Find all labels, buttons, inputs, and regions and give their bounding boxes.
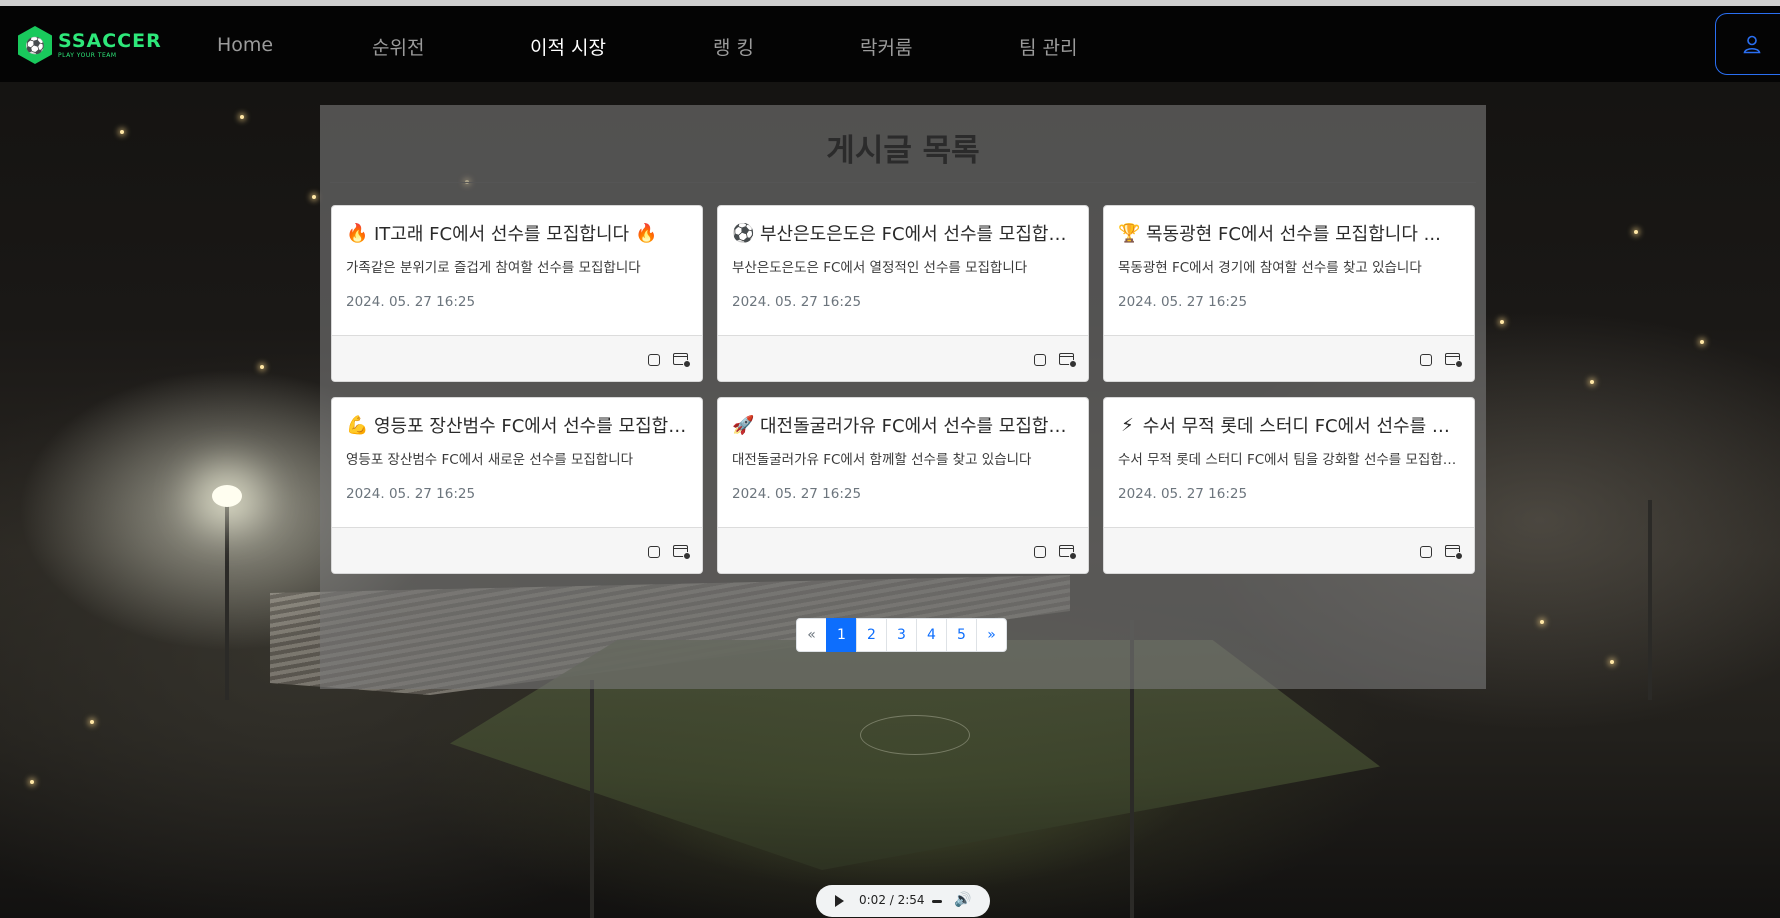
card-detail-icon[interactable]: [673, 353, 691, 368]
brand-tagline: PLAY YOUR TEAM: [58, 51, 117, 59]
post-board: 게시글 목록 🔥 IT고래 FC에서 선수를 모집합니다 🔥 가족같은 분위기로 즐…: [320, 105, 1486, 689]
user-icon: [1743, 35, 1761, 54]
post-card[interactable]: ⚽ 부산은도은도은 FC에서 선수를 모집합니다 부산은도은도은 FC에서 열정적…: [717, 205, 1089, 382]
volume-icon[interactable]: 🔊: [954, 892, 971, 908]
nav-team-management[interactable]: 팀 관리: [1019, 33, 1077, 60]
nav-locker-room[interactable]: 락커룸: [860, 33, 912, 60]
nav-transfer-market[interactable]: 이적 시장: [530, 33, 606, 60]
page-button-1[interactable]: 1: [826, 618, 857, 652]
post-title: ⚽ 부산은도은도은 FC에서 선수를 모집합니다: [732, 222, 1074, 246]
fire-icon: 🔥: [635, 222, 658, 244]
page-button-4[interactable]: 4: [916, 618, 947, 652]
nav-ranking[interactable]: 랭 킹: [713, 33, 754, 60]
post-date: 2024. 05. 27 16:25: [1118, 486, 1248, 502]
brand-logo[interactable]: ⚽ SSACCER PLAY YOUR TEAM: [18, 26, 162, 64]
post-date: 2024. 05. 27 16:25: [346, 486, 476, 502]
flexed-bicep-icon: 💪: [346, 414, 369, 436]
post-date: 2024. 05. 27 16:25: [732, 294, 862, 310]
rocket-icon: 🚀: [732, 414, 755, 436]
post-title: 🔥 IT고래 FC에서 선수를 모집합니다 🔥: [346, 222, 658, 246]
pagination: « 1 2 3 4 5 »: [796, 618, 1007, 652]
checkbox-icon[interactable]: [1034, 354, 1046, 366]
post-summary: 가족같은 분위기로 즐겁게 참여할 선수를 모집합니다: [346, 260, 641, 276]
center-circle: [860, 715, 970, 755]
user-button[interactable]: [1715, 13, 1780, 75]
floodlight: [212, 485, 242, 507]
post-summary: 영등포 장산범수 FC에서 새로운 선수를 모집합니다: [346, 452, 634, 468]
nav-ranked-match[interactable]: 순위전: [372, 33, 424, 60]
city-light: [1634, 230, 1638, 234]
card-footer: [332, 527, 702, 573]
card-detail-icon[interactable]: [1445, 353, 1463, 368]
nav-home[interactable]: Home: [217, 34, 273, 56]
checkbox-icon[interactable]: [1420, 546, 1432, 558]
card-footer: [718, 527, 1088, 573]
checkbox-icon[interactable]: [648, 546, 660, 558]
card-detail-icon[interactable]: [1059, 353, 1077, 368]
checkbox-icon[interactable]: [1420, 354, 1432, 366]
page-button-5[interactable]: 5: [946, 618, 977, 652]
post-date: 2024. 05. 27 16:25: [1118, 294, 1248, 310]
card-detail-icon[interactable]: [673, 545, 691, 560]
fire-icon: 🔥: [346, 222, 369, 244]
post-summary: 부산은도은도은 FC에서 열정적인 선수를 모집합니다: [732, 260, 1028, 276]
city-light: [1540, 620, 1544, 624]
city-light: [1500, 320, 1504, 324]
post-card[interactable]: 🚀 대전돌굴러가유 FC에서 선수를 모집합니다 대전돌굴러가유 FC에서 함께할…: [717, 397, 1089, 574]
audio-progress[interactable]: [932, 900, 942, 903]
trophy-icon: 🏆: [1118, 222, 1141, 244]
city-light: [120, 130, 124, 134]
card-footer: [1104, 335, 1474, 381]
post-title: 🚀 대전돌굴러가유 FC에서 선수를 모집합니다: [732, 414, 1074, 438]
post-card[interactable]: ⚡수서 무적 롯데 스터디 FC에서 선수를 모집합니다 수서 무적 롯데 스터…: [1103, 397, 1475, 574]
post-summary: 대전돌굴러가유 FC에서 함께할 선수를 찾고 있습니다: [732, 452, 1032, 468]
top-navbar: ⚽ SSACCER PLAY YOUR TEAM Home 순위전 이적 시장 …: [0, 6, 1780, 82]
floodlight-pole: [1648, 500, 1652, 700]
soccer-ball-icon: ⚽: [732, 222, 755, 244]
post-title: ⚡수서 무적 롯데 스터디 FC에서 선수를 모집합니다: [1118, 412, 1460, 438]
page-button-3[interactable]: 3: [886, 618, 917, 652]
checkbox-icon[interactable]: [648, 354, 660, 366]
audio-time: 0:02 / 2:54: [859, 893, 925, 907]
card-footer: [718, 335, 1088, 381]
title-divider: [330, 182, 1476, 183]
post-title: 💪 영등포 장산범수 FC에서 선수를 모집합니다: [346, 414, 688, 438]
city-light: [1590, 380, 1594, 384]
brand-name: SSACCER: [58, 29, 162, 52]
page-prev-button[interactable]: «: [796, 618, 827, 652]
floodlight-pole: [590, 680, 594, 918]
post-card[interactable]: 🔥 IT고래 FC에서 선수를 모집합니다 🔥 가족같은 분위기로 즐겁게 참여할 …: [331, 205, 703, 382]
post-card[interactable]: 🏆 목동광현 FC에서 선수를 모집합니다 ... 목동광현 FC에서 경기에 참…: [1103, 205, 1475, 382]
post-title: 🏆 목동광현 FC에서 선수를 모집합니다 ...: [1118, 222, 1441, 246]
city-light: [240, 115, 244, 119]
city-light: [260, 365, 264, 369]
card-footer: [332, 335, 702, 381]
city-light: [30, 780, 34, 784]
board-title: 게시글 목록: [826, 133, 980, 169]
page-next-button[interactable]: »: [976, 618, 1007, 652]
card-detail-icon[interactable]: [1445, 545, 1463, 560]
post-summary: 수서 무적 롯데 스터디 FC에서 팀을 강화할 선수를 모집합니다: [1118, 452, 1460, 468]
floodlight-pole: [225, 500, 229, 700]
page-button-2[interactable]: 2: [856, 618, 887, 652]
card-footer: [1104, 527, 1474, 573]
checkbox-icon[interactable]: [1034, 546, 1046, 558]
post-summary: 목동광현 FC에서 경기에 참여할 선수를 찾고 있습니다: [1118, 260, 1422, 276]
city-light: [90, 720, 94, 724]
lightning-icon: ⚡: [1121, 414, 1134, 436]
card-detail-icon[interactable]: [1059, 545, 1077, 560]
post-date: 2024. 05. 27 16:25: [732, 486, 862, 502]
brand-text: SSACCER PLAY YOUR TEAM: [58, 29, 162, 59]
play-icon[interactable]: [835, 895, 844, 907]
city-light: [312, 195, 316, 199]
audio-player: 0:02 / 2:54 🔊: [816, 885, 990, 917]
soccer-player-icon: ⚽: [18, 26, 52, 64]
city-light: [1610, 660, 1614, 664]
post-card[interactable]: 💪 영등포 장산범수 FC에서 선수를 모집합니다 영등포 장산범수 FC에서 새…: [331, 397, 703, 574]
post-date: 2024. 05. 27 16:25: [346, 294, 476, 310]
city-light: [1700, 340, 1704, 344]
